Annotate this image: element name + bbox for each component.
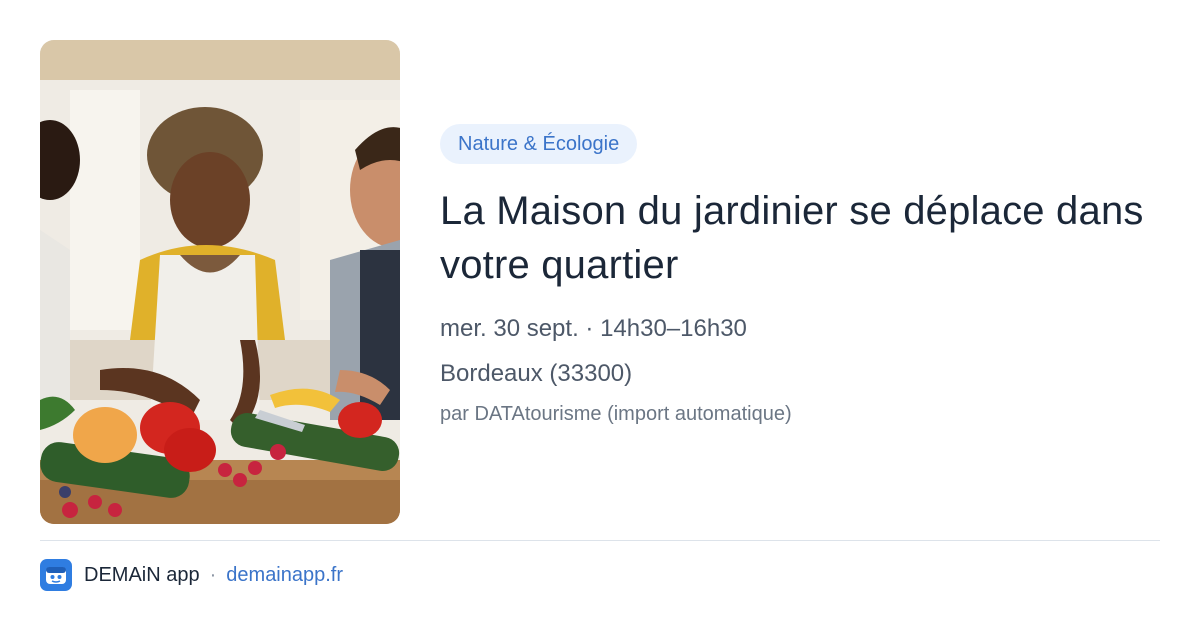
event-title: La Maison du jardinier se déplace dans v… (440, 189, 1144, 287)
category-badge[interactable]: Nature & Écologie (440, 124, 638, 164)
app-name: DEMAiN app (84, 563, 200, 586)
demain-app-logo-icon (40, 559, 72, 591)
footer-separator: · (209, 563, 217, 586)
event-location: Bordeaux (33300) (440, 360, 633, 387)
share-card: Nature & Écologie La Maison du jardinier… (0, 0, 1200, 630)
event-photo (40, 40, 400, 524)
footer-divider (40, 540, 1160, 541)
event-source: par DATAtourisme (import automatique) (440, 403, 792, 425)
event-date-time: mer. 30 sept. · 14h30–16h30 (440, 315, 747, 342)
footer: DEMAiN app · demainapp.fr (40, 558, 343, 592)
app-domain-link[interactable]: demainapp.fr (226, 564, 343, 587)
event-photo-illustration (40, 40, 400, 524)
event-details: Nature & Écologie La Maison du jardinier… (440, 124, 1160, 427)
